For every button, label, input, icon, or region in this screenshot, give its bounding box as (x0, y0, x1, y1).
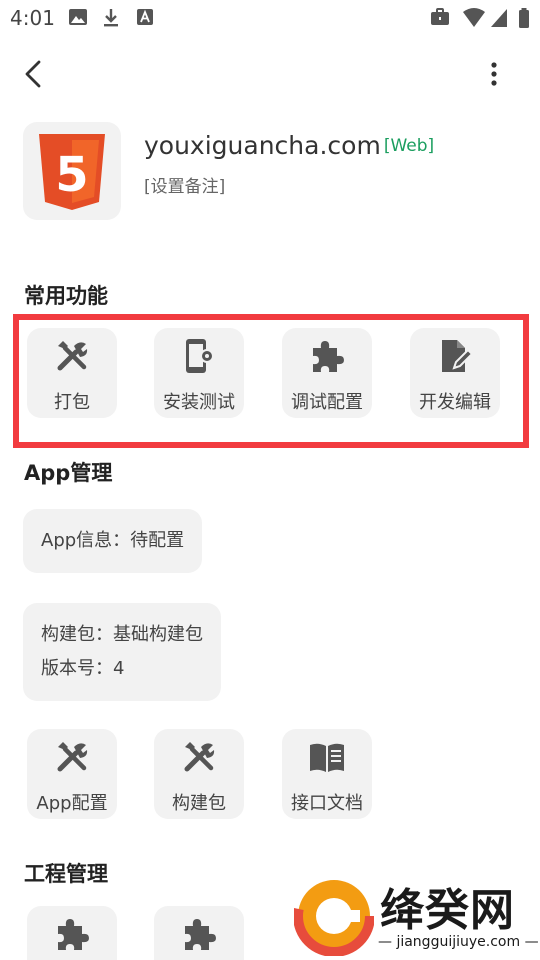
build-info-card[interactable]: 构建包：基础构建包 版本号：4 (23, 603, 221, 701)
book-icon (310, 743, 344, 772)
section-title-app-management: App管理 (24, 461, 113, 485)
build-package-label: 构建包 (172, 793, 226, 814)
watermark-url: — jiangguijiuye.com — (378, 934, 539, 950)
app-info-card[interactable]: App信息：待配置 (23, 509, 203, 573)
work-profile-icon (431, 8, 449, 25)
font-notification-icon (137, 9, 153, 25)
wifi-icon (463, 8, 485, 27)
download-icon (104, 9, 118, 27)
app-detail-screen: 4:01 5 youxiguancha.com [Web] [设置备注] 常用功… (0, 0, 540, 960)
app-title: youxiguancha.com [Web] (144, 131, 434, 160)
html5-icon: 5 (39, 134, 105, 210)
highlight-annotation-box (13, 314, 529, 448)
app-config-label: App配置 (36, 793, 108, 814)
app-type-tag: [Web] (383, 136, 435, 156)
api-docs-label: 接口文档 (291, 793, 363, 814)
project-tile-2[interactable] (154, 906, 244, 960)
watermark-logo-icon (294, 876, 374, 956)
app-config-button[interactable]: App配置 (27, 729, 117, 819)
cell-signal-icon (491, 9, 507, 27)
puzzle-icon (58, 919, 89, 950)
app-name: youxiguancha.com (144, 131, 381, 160)
api-docs-button[interactable]: 接口文档 (282, 729, 372, 819)
app-icon: 5 (23, 122, 121, 220)
status-bar: 4:01 (0, 0, 540, 36)
tools-icon (57, 742, 88, 772)
build-package-text: 构建包：基础构建包 (41, 624, 203, 645)
back-button[interactable] (18, 58, 50, 90)
status-time: 4:01 (10, 6, 55, 30)
app-remark-link[interactable]: [设置备注] (144, 172, 225, 197)
arrow-left-icon (25, 60, 41, 88)
app-info-text: App信息：待配置 (41, 530, 185, 551)
tools-icon (184, 742, 215, 772)
more-vertical-icon (491, 62, 497, 86)
gallery-icon (69, 9, 87, 25)
build-package-button[interactable]: 构建包 (154, 729, 244, 819)
html5-glyph: 5 (55, 147, 88, 203)
project-tile-1[interactable] (27, 906, 117, 960)
version-text: 版本号：4 (41, 658, 125, 679)
section-title-project-management: 工程管理 (24, 862, 108, 886)
watermark: 绛癸网 — jiangguijiuye.com — (286, 872, 540, 960)
section-title-common-functions: 常用功能 (24, 284, 108, 308)
watermark-text: 绛癸网 (380, 885, 515, 936)
more-options-button[interactable] (480, 58, 508, 90)
puzzle-icon (185, 919, 216, 950)
battery-icon (519, 8, 529, 28)
